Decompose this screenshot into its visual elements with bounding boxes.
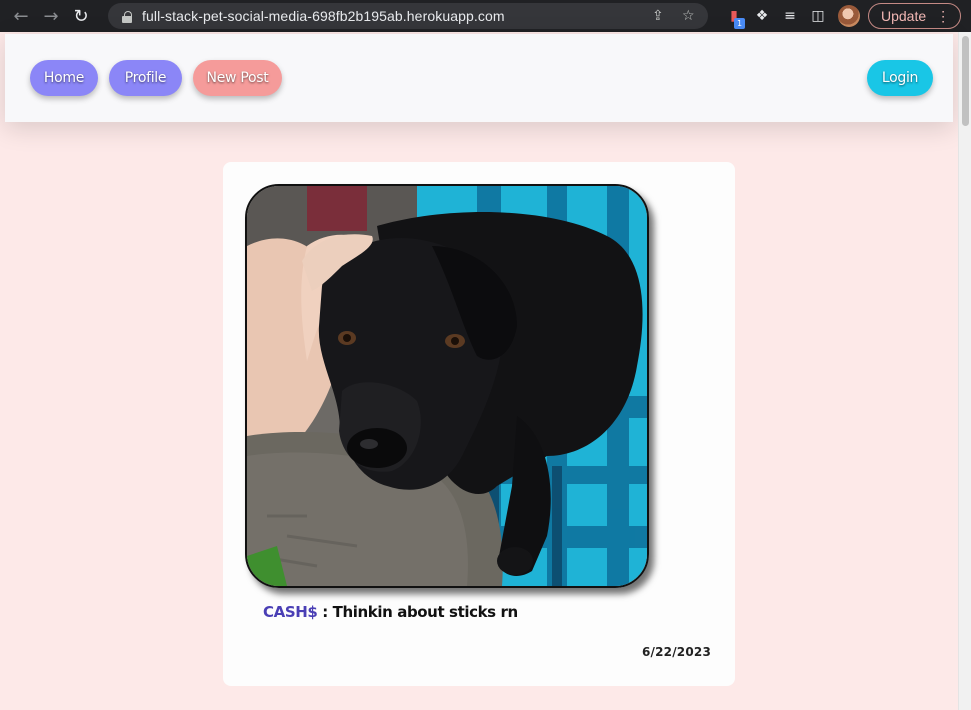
side-panel-icon[interactable]: ◫ [804,3,832,29]
extension-icon[interactable]: ▮ 1 [720,3,748,29]
forward-arrow-icon[interactable]: → [38,3,64,29]
post-image [245,184,649,588]
scrollbar-thumb[interactable] [962,36,969,126]
reading-list-icon[interactable]: ≡ [776,3,804,29]
caption-separator: : [317,603,333,621]
reload-icon[interactable]: ↻ [68,3,94,29]
back-arrow-icon[interactable]: ← [8,3,34,29]
new-post-button[interactable]: New Post [193,60,282,96]
post-date: 6/22/2023 [641,645,711,659]
home-button[interactable]: Home [30,60,98,96]
login-button[interactable]: Login [867,60,933,96]
update-label: Update [881,8,927,24]
share-icon[interactable]: ⇪ [652,8,664,24]
site-navbar: Home Profile New Post Login [5,34,953,122]
lock-icon[interactable] [122,10,132,23]
post-username[interactable]: CASH$ [263,603,318,621]
extension-badge: 1 [734,18,745,29]
kebab-menu-icon[interactable]: ⋮ [936,9,950,23]
avatar[interactable] [838,5,860,27]
extensions-area: ▮ 1 ❖ ≡ ◫ Update ⋮ [720,3,962,29]
update-button[interactable]: Update ⋮ [868,3,962,29]
dog-photo [247,186,647,586]
address-bar[interactable]: full-stack-pet-social-media-698fb2b195ab… [108,3,708,29]
post-text: Thinkin about sticks rn [332,603,519,621]
url-text[interactable]: full-stack-pet-social-media-698fb2b195ab… [142,8,505,24]
profile-button[interactable]: Profile [109,60,182,96]
post-caption: CASH$ : Thinkin about sticks rn [263,603,518,621]
post-card: CASH$ : Thinkin about sticks rn 6/22/202… [223,162,735,686]
page-scrollbar[interactable] [958,32,971,710]
page-viewport: Home Profile New Post Login CASH$: Thin… [0,32,958,710]
puzzle-icon[interactable]: ❖ [748,3,776,29]
star-icon[interactable]: ☆ [682,8,695,24]
browser-toolbar: ← → ↻ full-stack-pet-social-media-698fb2… [0,0,971,32]
